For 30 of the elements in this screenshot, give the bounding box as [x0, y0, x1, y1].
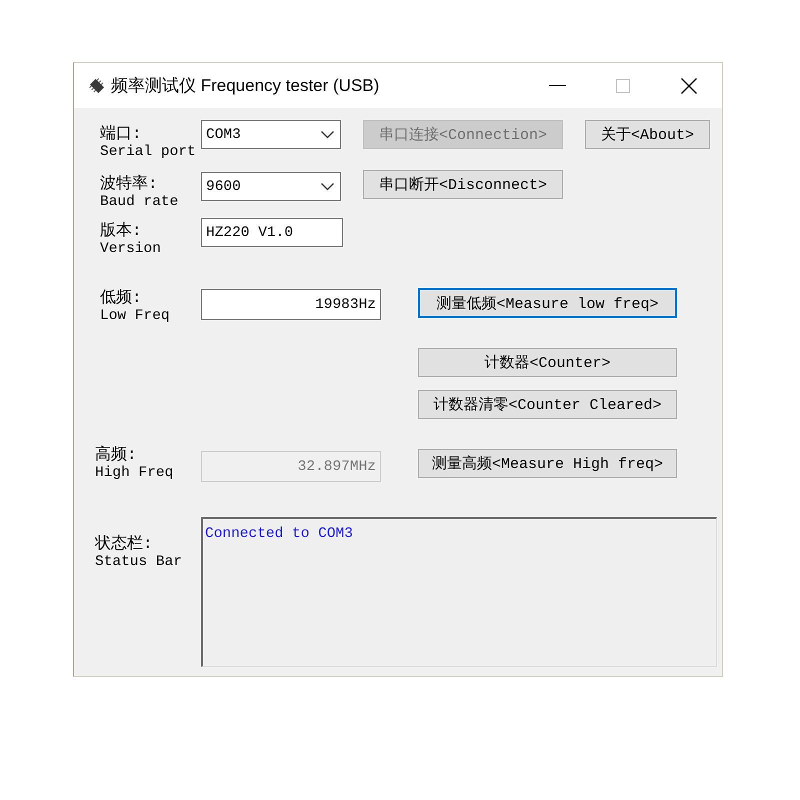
action-button[interactable]: 测量高频<Measure High freq> [418, 449, 677, 478]
action-button[interactable]: 关于<About> [585, 120, 710, 149]
field-label: 版本: [100, 223, 142, 240]
status-message: Connected to COM3 [205, 526, 353, 542]
dropdown-field[interactable]: COM3 [201, 120, 341, 149]
action-button[interactable]: 计数器<Counter> [418, 348, 677, 377]
chevron-down-icon [321, 130, 334, 138]
maximize-icon [616, 78, 630, 92]
field-label-english: Status Bar [95, 555, 182, 570]
field-label: 波特率: [100, 176, 158, 193]
window-title: 频率测试仪 Frequency tester (USB) [111, 75, 380, 97]
close-icon [681, 78, 697, 94]
dropdown-field[interactable]: 9600 [201, 172, 341, 201]
field-label-english: Version [100, 242, 161, 257]
field-label-english: Low Freq [100, 309, 170, 324]
action-button[interactable]: 测量低频<Measure low freq> [418, 288, 677, 318]
status-text-area[interactable]: Connected to COM3 [201, 517, 717, 667]
field-label: 高频: [95, 447, 137, 464]
field-label: 低频: [100, 290, 142, 307]
text-field[interactable]: 19983Hz [201, 289, 381, 320]
field-label-english: High Freq [95, 466, 174, 481]
field-label: 状态栏: [95, 536, 153, 553]
action-button[interactable]: 计数器清零<Counter Cleared> [418, 390, 677, 419]
field-label: 端口: [100, 126, 142, 143]
field-label-english: Serial port [100, 145, 196, 160]
text-field[interactable]: HZ220 V1.0 [201, 218, 343, 247]
chevron-down-icon [321, 182, 334, 190]
action-button[interactable]: 串口断开<Disconnect> [363, 170, 564, 199]
field-label-english: Baud rate [100, 195, 178, 210]
minimize-icon [548, 85, 566, 86]
